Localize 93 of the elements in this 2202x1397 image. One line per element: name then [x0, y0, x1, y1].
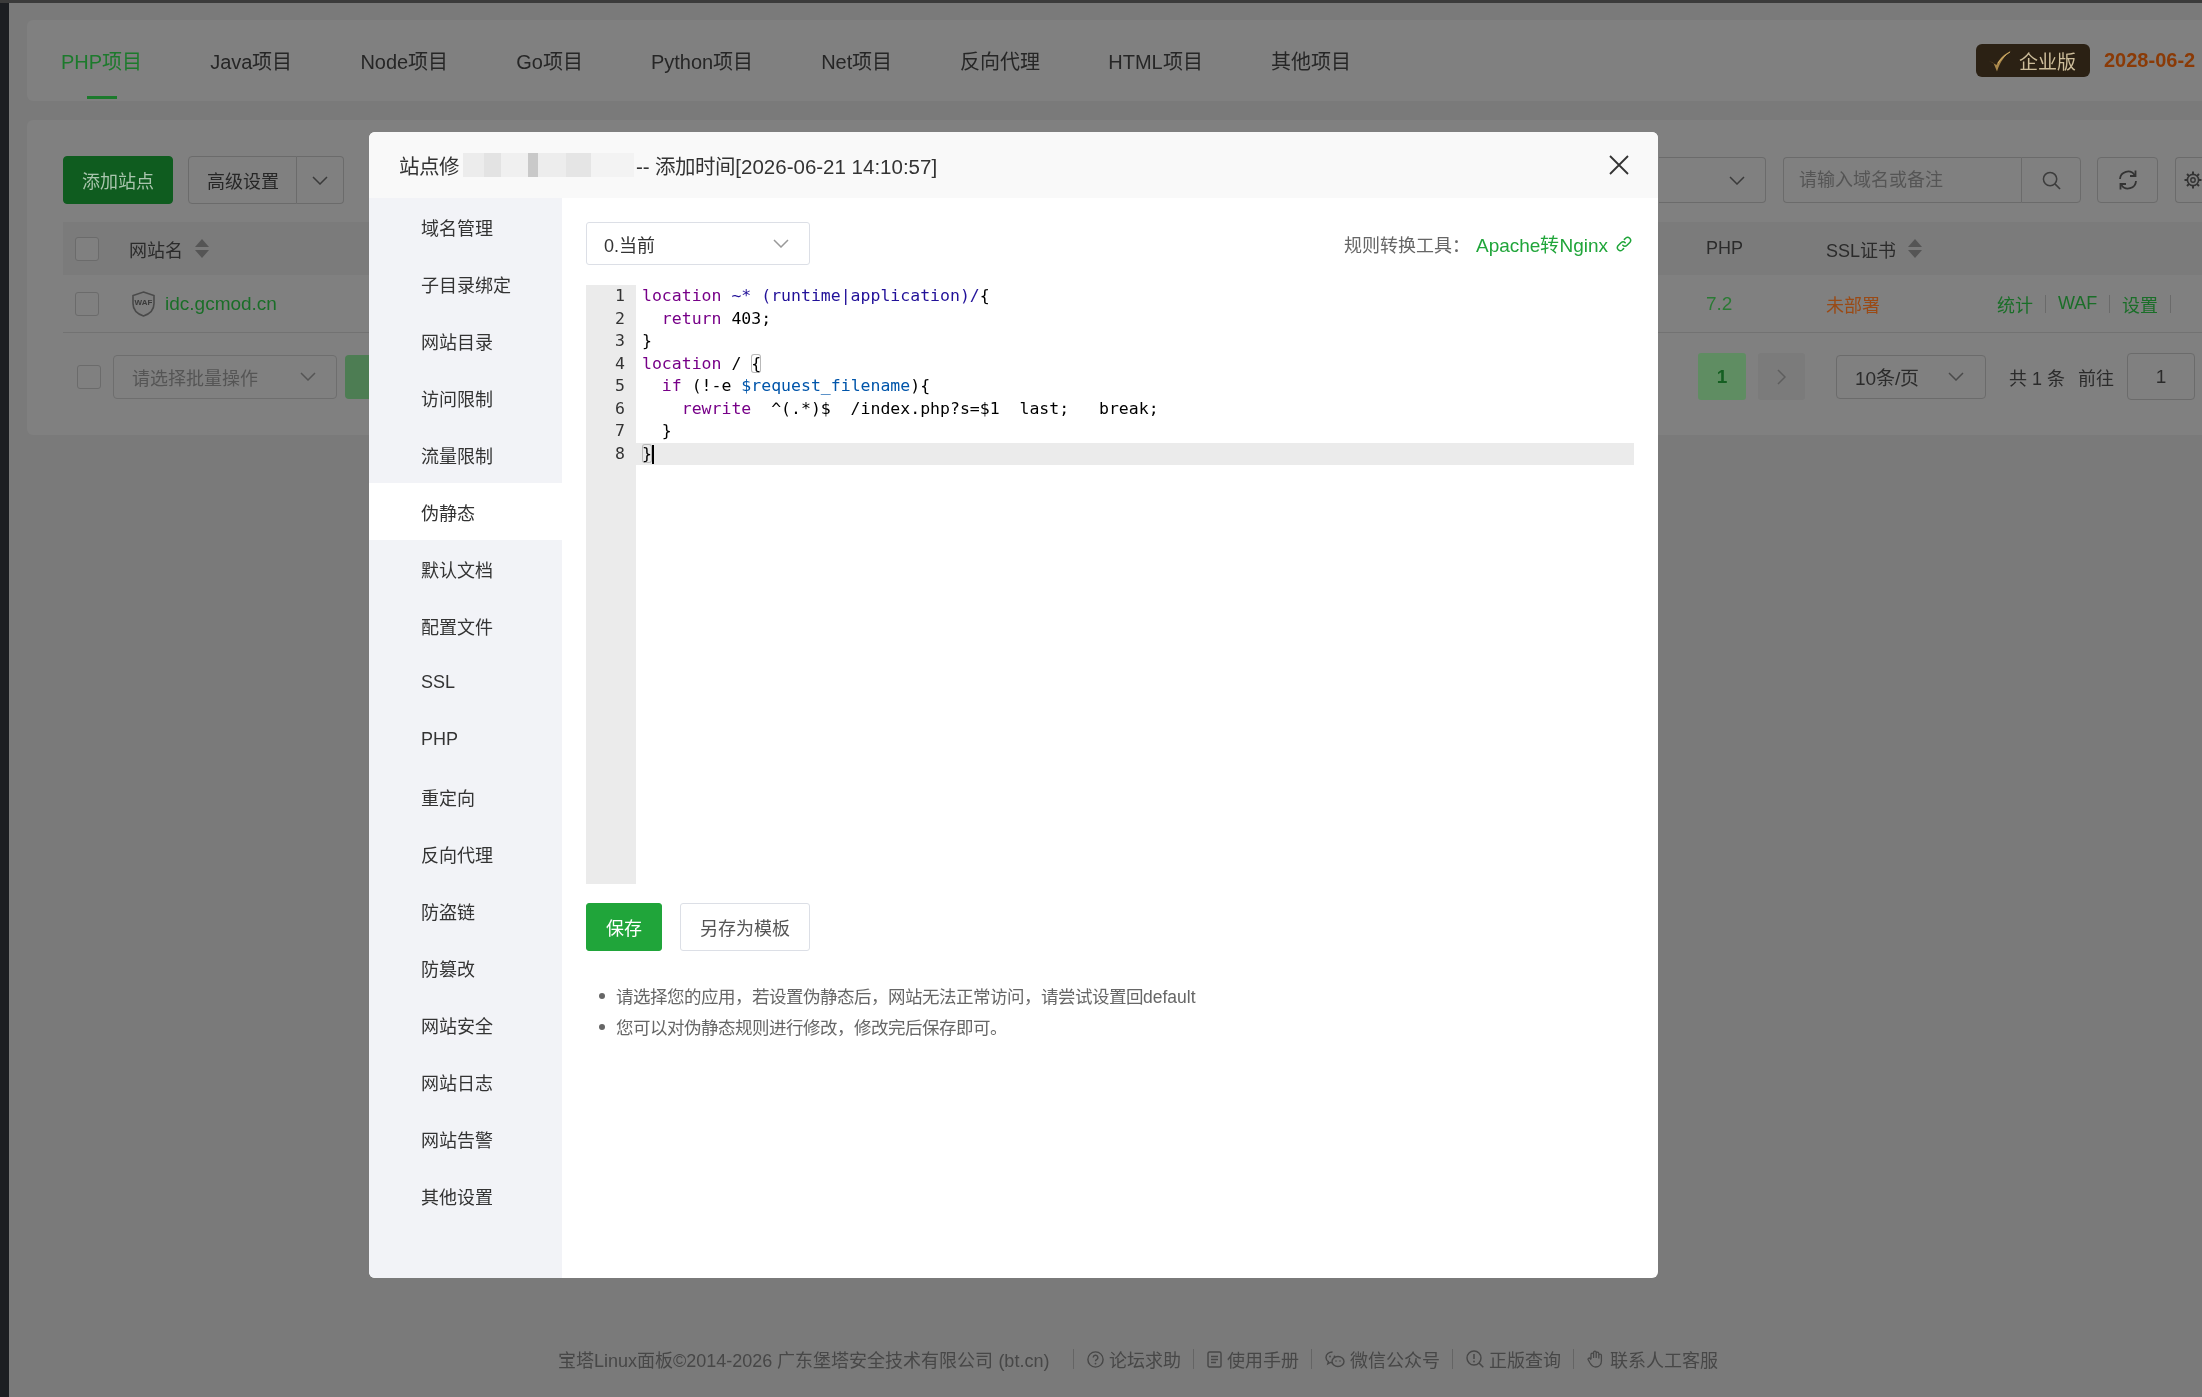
- menu-item[interactable]: 反向代理: [369, 825, 562, 882]
- hint-text: 请选择您的应用，若设置伪静态后，网站无法正常访问，请尝试设置回default: [616, 986, 1196, 1008]
- menu-item[interactable]: 防盗链: [369, 882, 562, 939]
- menu-item[interactable]: 网站安全: [369, 996, 562, 1053]
- column-header: PHP: [1706, 238, 1743, 259]
- code-line: location / {: [641, 352, 763, 375]
- dropdown-button[interactable]: [297, 156, 344, 204]
- page-size-select[interactable]: 10条/页: [1836, 354, 1986, 399]
- magnifier-icon: [1466, 1350, 1485, 1368]
- project-tab[interactable]: Java项目: [176, 20, 327, 101]
- help-icon: [1087, 1350, 1105, 1368]
- project-tab[interactable]: Go项目: [482, 20, 617, 101]
- chevron-down-icon: [1729, 175, 1745, 185]
- converter-link[interactable]: Apache转Nginx: [1475, 230, 1632, 257]
- line-number: 4: [614, 352, 626, 375]
- sort-icon[interactable]: [195, 239, 209, 258]
- chevron-down-icon: [312, 175, 328, 185]
- code-line: location ~* (runtime|application)/{: [641, 285, 991, 307]
- refresh-icon: [2116, 169, 2139, 191]
- chevron-down-icon: [300, 372, 316, 381]
- code-line: }: [641, 330, 653, 352]
- dialog-title: -- 添加时间[2026-06-21 14:10:57]: [636, 154, 938, 180]
- project-tab[interactable]: 反向代理: [926, 20, 1075, 101]
- filter-select[interactable]: [1659, 157, 1766, 203]
- document-icon: [1207, 1350, 1223, 1368]
- code-line: }: [660, 420, 673, 442]
- page-button[interactable]: 1: [1698, 353, 1746, 400]
- advanced-settings-button[interactable]: 高级设置: [188, 156, 297, 204]
- expiry-date: 2028-06-2: [2104, 49, 2196, 72]
- menu-item[interactable]: SSL: [369, 654, 562, 711]
- menu-item[interactable]: 网站日志: [369, 1053, 562, 1110]
- menu-item[interactable]: 默认文档: [369, 540, 562, 597]
- chevron-right-icon: [1777, 368, 1786, 385]
- menu-item[interactable]: 网站目录: [369, 312, 562, 369]
- save-as-template-button[interactable]: 另存为模板: [680, 903, 810, 951]
- text-cursor: [651, 444, 654, 464]
- close-button[interactable]: [1609, 155, 1629, 175]
- hint-text: 您可以对伪静态规则进行修改，修改完后保存即可。: [616, 1017, 1007, 1039]
- bullet-icon: [599, 1023, 605, 1030]
- checkmark-icon: [1988, 49, 2012, 72]
- search-icon: [2041, 170, 2061, 190]
- waf-shield-badge: WAF: [132, 290, 155, 317]
- line-number: 6: [614, 397, 626, 420]
- menu-item[interactable]: 流量限制: [369, 426, 562, 483]
- column-header[interactable]: 网站名: [129, 235, 183, 262]
- edition-badge[interactable]: 企业版: [1976, 44, 2090, 77]
- project-tab[interactable]: Net项目: [787, 20, 927, 101]
- line-number: 8: [614, 442, 626, 465]
- project-tab[interactable]: 其他项目: [1236, 20, 1385, 101]
- settings-icon: [2184, 171, 2202, 189]
- menu-item[interactable]: PHP: [369, 711, 562, 768]
- code-line: rewrite ^(.*)$ /index.php?s=$1 last; break;: [680, 397, 1160, 420]
- menu-item[interactable]: 配置文件: [369, 597, 562, 654]
- menu-item[interactable]: 重定向: [369, 768, 562, 825]
- save-button[interactable]: 保存: [586, 903, 662, 951]
- add-site-button[interactable]: 添加站点: [63, 156, 173, 204]
- apply-button[interactable]: [345, 354, 369, 399]
- menu-item[interactable]: 伪静态: [369, 483, 562, 540]
- bullet-icon: [599, 992, 605, 999]
- close-icon: [1609, 155, 1629, 175]
- menu-item[interactable]: 访问限制: [369, 369, 562, 426]
- next-page-button[interactable]: [1758, 353, 1805, 400]
- project-tab[interactable]: Python项目: [616, 20, 788, 101]
- link-icon: [1616, 235, 1632, 252]
- search-button[interactable]: [2021, 157, 2081, 203]
- page-input[interactable]: 1: [2127, 353, 2195, 400]
- menu-item[interactable]: 子目录绑定: [369, 255, 562, 312]
- column-header[interactable]: SSL证书: [1826, 235, 1897, 262]
- menu-item[interactable]: 网站告警: [369, 1110, 562, 1167]
- code-editor[interactable]: 1 2 3 4 5 6 7 8 location ~* (runtime|application)/{ return 403; } location / { if (!-e $request_filename){ rewrite ^(.*)$ /index.php?s=$1 last; break; } }: [586, 285, 1634, 884]
- chevron-down-icon: [773, 239, 789, 248]
- line-number: 2: [614, 307, 626, 330]
- line-number: 5: [614, 375, 626, 397]
- dialog-title: 站点修: [399, 154, 459, 180]
- line-number: 1: [614, 285, 626, 307]
- version-select[interactable]: 0.当前: [586, 222, 810, 265]
- project-tab[interactable]: Node项目: [326, 20, 483, 101]
- sort-icon[interactable]: [1908, 239, 1923, 258]
- chevron-down-icon: [1948, 372, 1964, 381]
- total-count: 共 1 条: [2009, 367, 2065, 390]
- menu-item[interactable]: 防篡改: [369, 939, 562, 996]
- converter-label: 规则转换工具：: [1343, 234, 1470, 257]
- settings-button[interactable]: [2175, 157, 2202, 203]
- line-number: 3: [614, 330, 626, 352]
- code-line: if (!-e $request_filename){: [660, 375, 932, 397]
- chat-bubbles-icon: [1325, 1350, 1346, 1368]
- refresh-button[interactable]: [2097, 157, 2158, 203]
- goto-label: 前往: [2078, 367, 2114, 390]
- project-tab[interactable]: HTML项目: [1074, 20, 1237, 101]
- menu-item[interactable]: 域名管理: [369, 198, 562, 255]
- menu-item[interactable]: 其他设置: [369, 1167, 562, 1224]
- code-line: return 403;: [660, 307, 773, 330]
- line-number: 7: [614, 420, 626, 442]
